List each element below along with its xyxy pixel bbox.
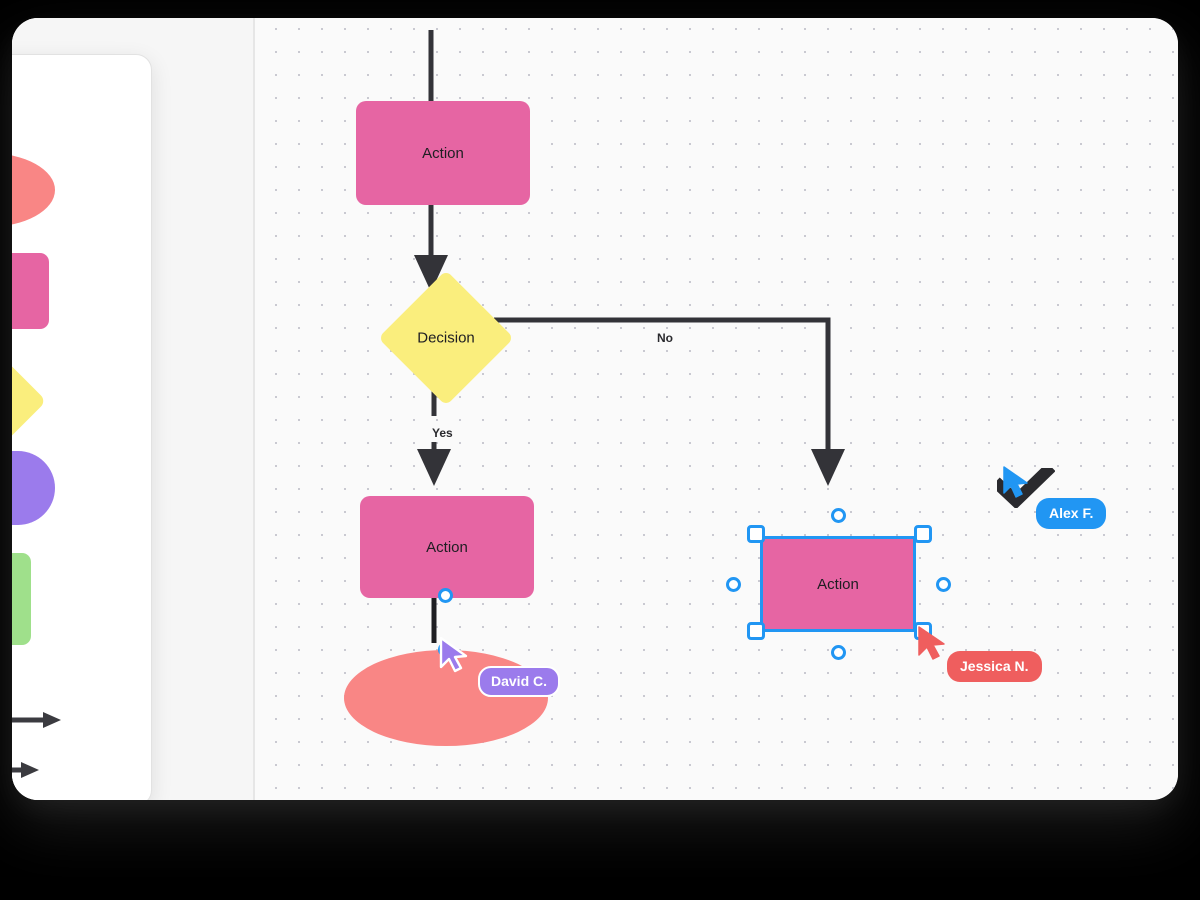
node-action-1-label: Action — [422, 144, 464, 162]
shape-swatch-ellipse[interactable] — [12, 153, 55, 227]
connection-handle-bottom[interactable] — [831, 645, 846, 660]
connection-handle-left[interactable] — [726, 577, 741, 592]
diagram-canvas[interactable] — [12, 18, 1178, 800]
shape-swatch-rectangle[interactable] — [12, 253, 49, 329]
shape-swatch-stadium[interactable] — [12, 451, 55, 525]
connector-swatch-arrow-elbow[interactable] — [12, 761, 39, 779]
cursor-label-jessica: Jessica N. — [947, 651, 1042, 682]
node-action-3-selected[interactable]: Action — [760, 536, 916, 632]
cursor-pointer-icon — [1003, 466, 1028, 498]
edge-label-yes: Yes — [432, 426, 453, 440]
resize-handle-bottom-left[interactable] — [747, 622, 765, 640]
screenshot-root: No Yes Action Decision Action Action Dav… — [0, 0, 1200, 900]
cursor-label-alex: Alex F. — [1036, 498, 1107, 529]
cursor-pointer-icon — [918, 626, 945, 660]
canvas-divider — [253, 18, 255, 800]
node-decision-1-label: Decision — [417, 329, 475, 347]
edge-label-no: No — [657, 331, 673, 345]
cursor-jessica: Jessica N. — [917, 626, 1042, 682]
resize-handle-top-right[interactable] — [914, 525, 932, 543]
node-action-2-label: Action — [426, 538, 468, 556]
connector-swatch-arrow-straight[interactable] — [12, 711, 61, 729]
cursor-david: David C. — [438, 636, 561, 697]
node-action-1[interactable]: Action — [356, 101, 530, 205]
connection-handle-action2-bottom[interactable] — [438, 588, 453, 603]
shapes-panel[interactable]: keys — [12, 54, 152, 800]
resize-handle-top-left[interactable] — [747, 525, 765, 543]
connection-handle-top[interactable] — [831, 508, 846, 523]
node-decision-1[interactable]: Decision — [378, 270, 514, 406]
node-action-2[interactable]: Action — [360, 496, 534, 598]
connection-handle-right[interactable] — [936, 577, 951, 592]
app-window: No Yes Action Decision Action Action Dav… — [12, 18, 1178, 800]
cursor-label-david: David C. — [478, 666, 561, 697]
node-action-3-label: Action — [817, 575, 859, 593]
shape-swatch-tall-rectangle[interactable] — [12, 553, 31, 645]
cursor-pointer-icon — [439, 636, 468, 673]
cursor-alex: Alex F. — [1002, 466, 1107, 529]
